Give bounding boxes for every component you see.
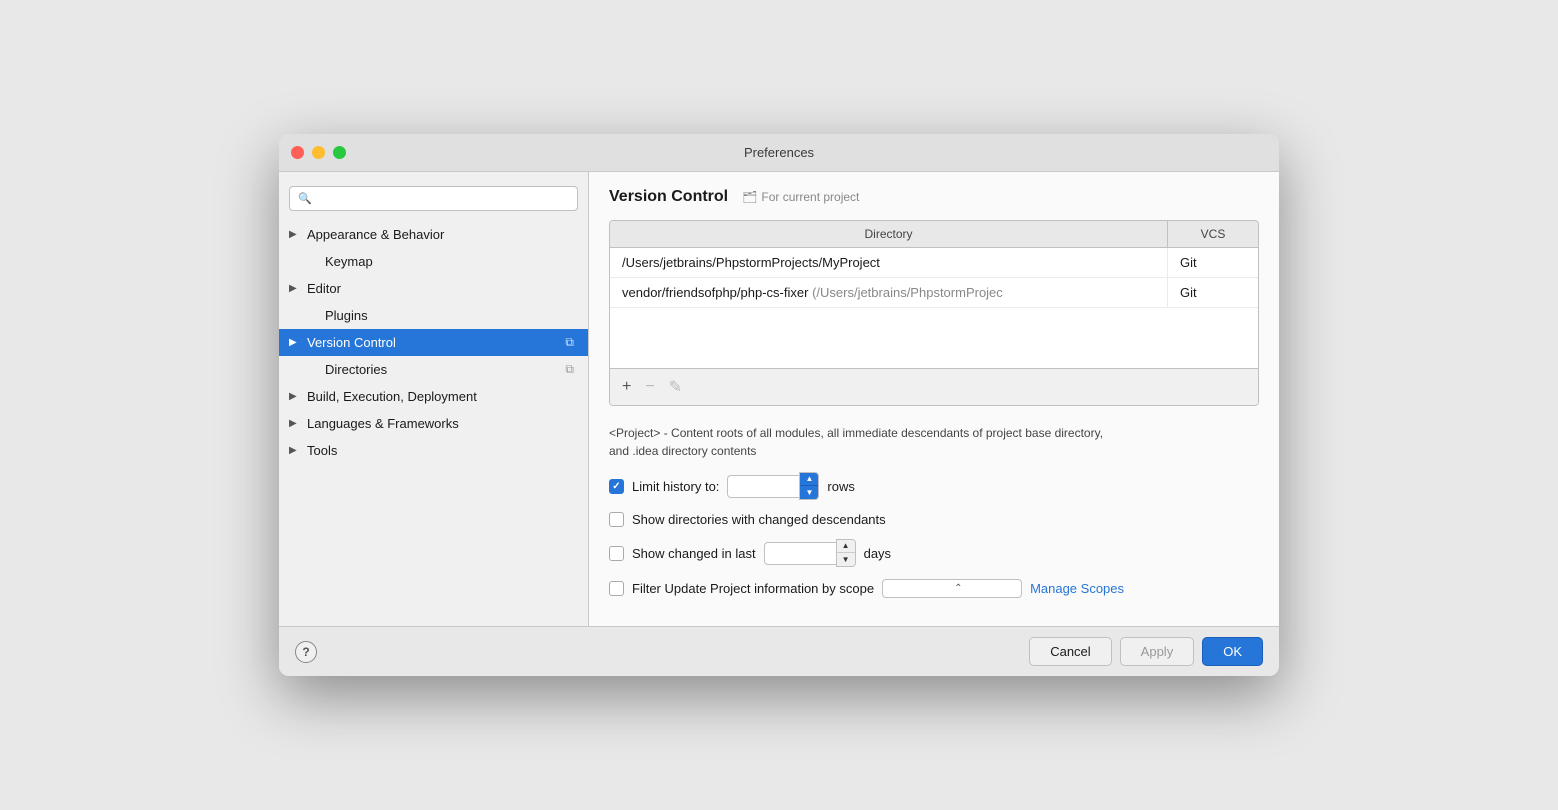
cancel-button[interactable]: Cancel	[1029, 637, 1111, 666]
maximize-button[interactable]	[333, 146, 346, 159]
add-button[interactable]: +	[618, 375, 635, 399]
panel-header: Version Control 🗂 For current project	[609, 188, 1259, 206]
sidebar-item-label: Tools	[307, 443, 574, 458]
help-button[interactable]: ?	[295, 641, 317, 663]
arrow-icon: ▶	[289, 391, 303, 402]
search-input[interactable]	[316, 191, 569, 206]
search-bar: 🔍	[279, 180, 588, 221]
show-directories-label: Show directories with changed descendant…	[632, 512, 886, 527]
filter-update-checkbox[interactable]	[609, 581, 624, 596]
sidebar-item-label: Version Control	[307, 335, 561, 350]
subtitle-icon: 🗂	[742, 190, 757, 204]
sidebar-item-version-control[interactable]: ▶ Version Control ⧉	[279, 329, 588, 356]
table-toolbar: + − ✎	[610, 368, 1258, 405]
table-spacer	[610, 308, 1258, 368]
row-directory-extra: (/Users/jetbrains/PhpstormProjec	[812, 285, 1003, 300]
remove-button[interactable]: −	[641, 375, 658, 399]
chevron-down-icon: ⌃	[954, 583, 1015, 594]
sidebar-item-label: Appearance & Behavior	[307, 227, 574, 242]
column-header-directory: Directory	[610, 221, 1168, 247]
edit-button[interactable]: ✎	[665, 375, 686, 399]
subtitle-text: For current project	[761, 190, 859, 204]
sidebar-item-editor[interactable]: ▶ Editor	[279, 275, 588, 302]
sidebar-item-keymap[interactable]: Keymap	[279, 248, 588, 275]
show-changed-label: Show changed in last	[632, 546, 756, 561]
copy-icon-2: ⧉	[565, 362, 574, 377]
row-directory: /Users/jetbrains/PhpstormProjects/MyProj…	[610, 248, 1168, 277]
sidebar-item-label: Plugins	[325, 308, 574, 323]
search-wrap[interactable]: 🔍	[289, 186, 578, 211]
spinner-up[interactable]: ▲	[800, 473, 818, 486]
panel-subtitle: 🗂 For current project	[742, 190, 859, 204]
spinner2-down[interactable]: ▼	[837, 553, 855, 566]
show-directories-row: Show directories with changed descendant…	[609, 512, 1259, 527]
row-vcs: Git	[1168, 278, 1258, 307]
titlebar: Preferences	[279, 134, 1279, 172]
limit-history-checkbox[interactable]	[609, 479, 624, 494]
sidebar-item-directories[interactable]: Directories ⧉	[279, 356, 588, 383]
sidebar-item-tools[interactable]: ▶ Tools	[279, 437, 588, 464]
table-row[interactable]: /Users/jetbrains/PhpstormProjects/MyProj…	[610, 248, 1258, 278]
minimize-button[interactable]	[312, 146, 325, 159]
ok-button[interactable]: OK	[1202, 637, 1263, 666]
sidebar: 🔍 ▶ Appearance & Behavior Keymap ▶ Edito…	[279, 172, 589, 626]
vcs-table: Directory VCS /Users/jetbrains/PhpstormP…	[609, 220, 1259, 406]
column-header-vcs: VCS	[1168, 221, 1258, 247]
search-icon: 🔍	[298, 192, 312, 205]
close-button[interactable]	[291, 146, 304, 159]
manage-scopes-link[interactable]: Manage Scopes	[1030, 581, 1124, 596]
show-directories-checkbox[interactable]	[609, 512, 624, 527]
filter-update-label: Filter Update Project information by sco…	[632, 581, 874, 596]
sidebar-item-build[interactable]: ▶ Build, Execution, Deployment	[279, 383, 588, 410]
preferences-dialog: Preferences 🔍 ▶ Appearance & Behavior Ke…	[279, 134, 1279, 676]
apply-button[interactable]: Apply	[1120, 637, 1195, 666]
sidebar-item-label: Languages & Frameworks	[307, 416, 574, 431]
sidebar-item-label: Directories	[325, 362, 561, 377]
sidebar-item-label: Build, Execution, Deployment	[307, 389, 574, 404]
main-panel: Version Control 🗂 For current project Di…	[589, 172, 1279, 626]
scope-dropdown[interactable]: ⌃	[882, 579, 1022, 598]
show-changed-checkbox[interactable]	[609, 546, 624, 561]
limit-history-label: Limit history to:	[632, 479, 719, 494]
arrow-icon: ▶	[289, 229, 303, 240]
footer: ? Cancel Apply OK	[279, 626, 1279, 676]
hint-text: <Project> - Content roots of all modules…	[609, 424, 1259, 460]
arrow-icon: ▶	[289, 418, 303, 429]
limit-history-spinner: 1,000 ▲ ▼	[727, 472, 819, 500]
arrow-icon: ▶	[289, 445, 303, 456]
row-directory: vendor/friendsofphp/php-cs-fixer (/Users…	[610, 278, 1168, 307]
arrow-icon: ▶	[289, 283, 303, 294]
sidebar-item-appearance-behavior[interactable]: ▶ Appearance & Behavior	[279, 221, 588, 248]
copy-icon: ⧉	[565, 335, 574, 350]
show-changed-input[interactable]: 31	[764, 542, 836, 565]
show-changed-row: Show changed in last 31 ▲ ▼ days	[609, 539, 1259, 567]
sidebar-item-label: Keymap	[325, 254, 574, 269]
arrow-icon: ▶	[289, 337, 303, 348]
limit-history-suffix: rows	[827, 479, 854, 494]
sidebar-item-plugins[interactable]: Plugins	[279, 302, 588, 329]
table-body: /Users/jetbrains/PhpstormProjects/MyProj…	[610, 248, 1258, 368]
sidebar-item-languages[interactable]: ▶ Languages & Frameworks	[279, 410, 588, 437]
limit-history-row: Limit history to: 1,000 ▲ ▼ rows	[609, 472, 1259, 500]
table-header: Directory VCS	[610, 221, 1258, 248]
sidebar-item-label: Editor	[307, 281, 574, 296]
filter-update-row: Filter Update Project information by sco…	[609, 579, 1259, 598]
limit-history-input[interactable]: 1,000	[727, 475, 799, 498]
content-area: 🔍 ▶ Appearance & Behavior Keymap ▶ Edito…	[279, 172, 1279, 626]
spinner2-up[interactable]: ▲	[837, 540, 855, 553]
spinner-buttons: ▲ ▼	[799, 472, 819, 500]
dialog-title: Preferences	[744, 145, 814, 160]
table-row[interactable]: vendor/friendsofphp/php-cs-fixer (/Users…	[610, 278, 1258, 308]
footer-left: ?	[295, 641, 317, 663]
show-changed-spinner: 31 ▲ ▼	[764, 539, 856, 567]
window-controls	[291, 146, 346, 159]
spinner2-buttons: ▲ ▼	[836, 539, 856, 567]
show-changed-suffix: days	[864, 546, 891, 561]
panel-title: Version Control	[609, 188, 728, 206]
row-vcs: Git	[1168, 248, 1258, 277]
spinner-down[interactable]: ▼	[800, 486, 818, 499]
